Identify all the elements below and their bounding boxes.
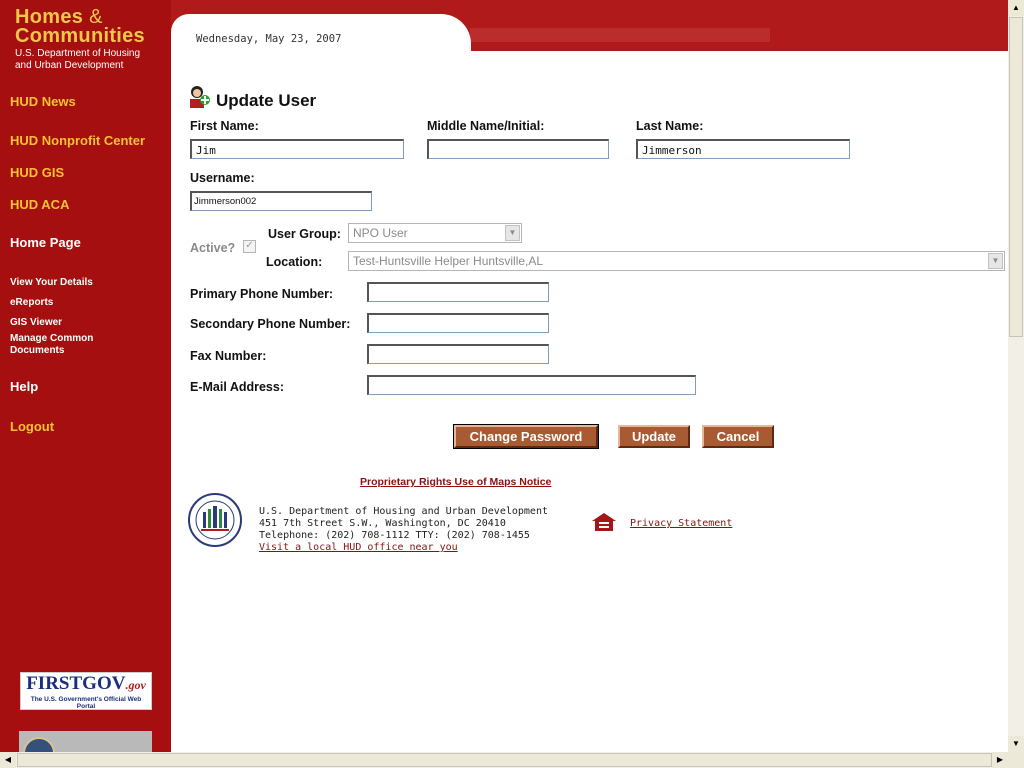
firstgov-tagline: The U.S. Government's Official Web Porta…	[30, 696, 142, 710]
privacy-statement-link[interactable]: Privacy Statement	[630, 518, 732, 529]
logo-sub2: and Urban Development	[15, 60, 124, 71]
equal-housing-icon[interactable]	[590, 512, 618, 532]
middle-name-input[interactable]	[427, 139, 609, 159]
page-title: Update User	[216, 91, 317, 110]
local-office-link[interactable]: Visit a local HUD office near you	[259, 542, 548, 554]
location-select[interactable]: Test-Huntsville Helper Huntsville,AL ▼	[348, 251, 1005, 271]
scroll-down-icon[interactable]: ▼	[1008, 736, 1024, 752]
top-banner-strip	[470, 28, 770, 42]
nav-logout[interactable]: Logout	[10, 419, 54, 434]
fax-label: Fax Number:	[190, 349, 267, 363]
whitehouse-banner[interactable]	[19, 731, 152, 752]
chevron-down-icon[interactable]: ▼	[988, 253, 1003, 269]
secondary-phone-input[interactable]	[367, 313, 549, 333]
active-label: Active?	[190, 241, 236, 255]
nav-help[interactable]: Help	[10, 379, 38, 394]
firstgov-gov: .gov	[125, 678, 146, 692]
location-label: Location:	[266, 255, 323, 269]
nav-hud-gis[interactable]: HUD GIS	[10, 165, 64, 180]
firstgov-name: FIRSTGOV	[26, 673, 126, 694]
cancel-button[interactable]: Cancel	[702, 425, 774, 448]
location-value: Test-Huntsville Helper Huntsville,AL	[353, 254, 544, 268]
scroll-right-icon[interactable]: ▶	[992, 752, 1008, 768]
primary-phone-label: Primary Phone Number:	[190, 287, 334, 301]
sidebar: Homes & Communities U.S. Department of H…	[0, 0, 171, 752]
address-line2: 451 7th Street S.W., Washington, DC 2041…	[259, 518, 506, 529]
nav-hud-nonprofit-center[interactable]: HUD Nonprofit Center	[10, 133, 145, 148]
email-label: E-Mail Address:	[190, 380, 285, 394]
firstgov-banner[interactable]: FIRSTGOV.gov The U.S. Government's Offic…	[20, 672, 152, 710]
username-label: Username:	[190, 171, 255, 185]
address-line1: U.S. Department of Housing and Urban Dev…	[259, 506, 548, 517]
nav-manage-common-line2: Documents	[10, 345, 65, 356]
user-group-label: User Group:	[268, 227, 341, 241]
nav-manage-common-line1: Manage Common	[10, 333, 94, 344]
active-checkbox[interactable]: ✓	[243, 240, 256, 253]
nav-hud-aca[interactable]: HUD ACA	[10, 197, 69, 212]
nav-hud-news[interactable]: HUD News	[10, 94, 76, 109]
hud-logo[interactable]: Homes & Communities U.S. Department of H…	[15, 7, 145, 72]
horizontal-scrollbar[interactable]: ◀ ▶	[0, 752, 1008, 768]
update-button[interactable]: Update	[618, 425, 690, 448]
address-line3: Telephone: (202) 708-1112 TTY: (202) 708…	[259, 530, 530, 541]
primary-phone-input[interactable]	[367, 282, 549, 302]
scrollbar-corner	[1008, 752, 1024, 768]
vertical-scrollbar[interactable]: ▲ ▼	[1008, 0, 1024, 752]
scroll-up-icon[interactable]: ▲	[1008, 0, 1024, 16]
secondary-phone-label: Secondary Phone Number:	[190, 317, 351, 331]
fax-input[interactable]	[367, 344, 549, 364]
scroll-left-icon[interactable]: ◀	[0, 752, 16, 768]
nav-manage-common-documents[interactable]: Manage Common Documents	[10, 333, 93, 357]
chevron-down-icon[interactable]: ▼	[505, 225, 520, 241]
hud-address: U.S. Department of Housing and Urban Dev…	[259, 506, 548, 554]
current-date: Wednesday, May 23, 2007	[196, 33, 342, 45]
middle-name-label: Middle Name/Initial:	[427, 119, 545, 133]
nav-home-page[interactable]: Home Page	[10, 235, 81, 250]
username-input[interactable]: Jimmerson002	[190, 191, 372, 211]
change-password-button[interactable]: Change Password	[453, 424, 599, 449]
presidential-seal-icon	[23, 737, 55, 752]
vertical-scroll-thumb[interactable]	[1009, 17, 1023, 337]
email-input[interactable]	[367, 375, 696, 395]
nav-ereports[interactable]: eReports	[10, 297, 53, 309]
user-group-value: NPO User	[353, 226, 408, 240]
maps-notice-link[interactable]: Proprietary Rights Use of Maps Notice	[360, 476, 551, 488]
user-group-select[interactable]: NPO User ▼	[348, 223, 522, 243]
last-name-label: Last Name:	[636, 119, 704, 133]
nav-view-your-details[interactable]: View Your Details	[10, 277, 93, 289]
first-name-label: First Name:	[190, 119, 259, 133]
user-edit-icon	[190, 86, 210, 108]
logo-sub1: U.S. Department of Housing	[15, 48, 141, 59]
nav-gis-viewer[interactable]: GIS Viewer	[10, 317, 62, 329]
hud-seal-icon	[188, 493, 242, 547]
horizontal-scroll-thumb[interactable]	[17, 753, 992, 767]
first-name-input[interactable]: Jim	[190, 139, 404, 159]
logo-communities: Communities	[15, 25, 145, 47]
last-name-input[interactable]: Jimmerson	[636, 139, 850, 159]
